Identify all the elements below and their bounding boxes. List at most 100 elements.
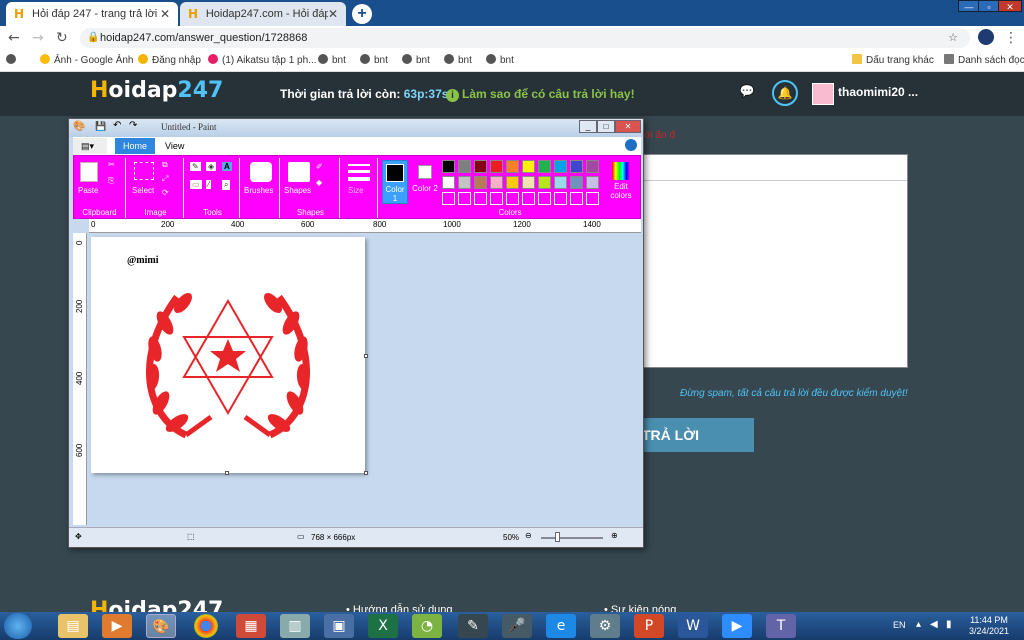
resize-handle[interactable] <box>364 354 368 358</box>
site-logo[interactable]: Hoidap247 <box>90 78 223 103</box>
palette-swatch[interactable] <box>522 160 535 173</box>
microphone-icon[interactable]: 🎤 <box>502 614 532 638</box>
back-arrow-icon[interactable]: ← <box>8 30 20 46</box>
tray-arrow-icon[interactable]: ▴ <box>916 619 921 630</box>
forward-arrow-icon[interactable]: → <box>32 30 44 46</box>
palette-swatch[interactable] <box>586 176 599 189</box>
bookmark-item[interactable]: bnt <box>402 54 430 66</box>
brush-icon[interactable] <box>250 162 272 182</box>
pencil-icon[interactable]: ✎ <box>190 162 201 171</box>
close-icon[interactable]: ✕ <box>160 7 170 21</box>
zoom-in-icon[interactable]: ⊕ <box>611 531 618 540</box>
network-icon[interactable]: ▮ <box>946 619 952 630</box>
word-icon[interactable]: W <box>678 614 708 638</box>
volume-icon[interactable]: ◀ <box>930 619 938 630</box>
select-button[interactable]: Select <box>132 186 154 195</box>
palette-swatch[interactable] <box>554 160 567 173</box>
tab-home[interactable]: Home <box>115 138 156 154</box>
shapes-button[interactable]: Shapes <box>284 186 311 195</box>
paste-button[interactable]: Paste <box>78 186 98 195</box>
rotate-icon[interactable]: ⟳ <box>162 188 169 197</box>
palette-swatch[interactable] <box>442 160 455 173</box>
fill-shape-icon[interactable]: ◆ <box>316 178 322 187</box>
tab-view[interactable]: View <box>157 138 192 154</box>
chrome-icon[interactable] <box>194 614 218 638</box>
crop-icon[interactable]: ⧉ <box>162 160 168 170</box>
shapes-icon[interactable] <box>288 162 310 182</box>
profile-avatar[interactable] <box>978 29 994 45</box>
reload-icon[interactable]: ↻ <box>56 30 68 46</box>
resize-handle[interactable] <box>225 471 229 475</box>
media-player-icon[interactable]: ▶ <box>102 614 132 638</box>
undo-icon[interactable]: ↶ <box>113 120 121 131</box>
palette-swatch[interactable] <box>506 160 519 173</box>
zoom-out-icon[interactable]: ⊖ <box>525 531 532 540</box>
paint-taskbar-icon[interactable]: 🎨 <box>146 614 176 638</box>
bookmark-item[interactable]: bnt <box>486 54 514 66</box>
other-bookmarks[interactable]: Dấu trang khác <box>852 54 934 66</box>
start-button[interactable] <box>4 613 32 639</box>
teams-icon[interactable]: T <box>766 614 796 638</box>
url-input[interactable]: 🔒 hoidap247.com/answer_question/1728868 … <box>80 28 970 48</box>
size-button[interactable]: Size <box>348 186 364 195</box>
paint-minimize-button[interactable]: _ <box>579 120 597 133</box>
maximize-button[interactable]: ▫ <box>978 0 1000 12</box>
excel-icon[interactable]: X <box>368 614 398 638</box>
magnifier-icon[interactable]: ⌕ <box>222 180 231 190</box>
app-icon[interactable]: ▦ <box>236 614 266 638</box>
edit-colors-button[interactable]: Edit colors <box>606 160 636 204</box>
palette-swatch-empty[interactable] <box>586 192 599 205</box>
palette-swatch[interactable] <box>506 176 519 189</box>
bookmark-item[interactable]: Ảnh - Google Ảnh <box>40 54 134 66</box>
window-close-button[interactable]: ✕ <box>998 0 1022 12</box>
palette-swatch-empty[interactable] <box>570 192 583 205</box>
close-icon[interactable]: ✕ <box>328 7 338 21</box>
color2-button[interactable]: Color 2 <box>412 160 438 204</box>
bookmark-item[interactable]: bnt <box>360 54 388 66</box>
palette-swatch-empty[interactable] <box>554 192 567 205</box>
select-icon[interactable] <box>134 162 154 180</box>
palette-swatch[interactable] <box>474 176 487 189</box>
clock[interactable]: 11:44 PM 3/24/2021 <box>966 615 1012 637</box>
palette-swatch-empty[interactable] <box>458 192 471 205</box>
bookmark-item[interactable]: (1) Aikatsu tập 1 ph... <box>208 54 317 66</box>
palette-swatch[interactable] <box>474 160 487 173</box>
bookmark-item[interactable]: Đăng nhập <box>138 54 201 66</box>
color-picker-icon[interactable]: ⁄ <box>206 180 212 189</box>
palette-swatch[interactable] <box>586 160 599 173</box>
star-icon[interactable]: ☆ <box>948 28 958 48</box>
palette-swatch[interactable] <box>490 176 503 189</box>
palette-swatch[interactable] <box>554 176 567 189</box>
notepad-icon[interactable]: ▥ <box>280 614 310 638</box>
resize-handle[interactable] <box>364 471 368 475</box>
paint-close-button[interactable]: ✕ <box>615 120 641 133</box>
eraser-icon[interactable]: ▭ <box>190 180 202 189</box>
tab-hoidap-answer[interactable]: H Hỏi đáp 247 - trang trả lời ✕ <box>6 2 178 26</box>
zoom-slider[interactable] <box>541 537 603 539</box>
resize-icon[interactable]: ⤢ <box>162 174 168 184</box>
paint-maximize-button[interactable]: □ <box>597 120 615 133</box>
reading-list[interactable]: Danh sách đọc <box>944 54 1024 66</box>
bookmark-item[interactable]: bnt <box>444 54 472 66</box>
outline-icon[interactable]: ✐ <box>316 162 323 171</box>
fill-icon[interactable]: ◈ <box>206 162 217 171</box>
powerpoint-icon[interactable]: P <box>634 614 664 638</box>
zoom-app-icon[interactable]: ▶ <box>722 614 752 638</box>
help-icon[interactable] <box>625 139 637 151</box>
avatar[interactable] <box>812 83 834 105</box>
bell-icon[interactable]: 🔔 <box>772 80 798 106</box>
color1-button[interactable]: Color 1 <box>382 160 408 204</box>
copy-icon[interactable]: ⎘ <box>108 176 114 186</box>
cut-icon[interactable]: ✂ <box>108 160 115 169</box>
file-explorer-icon[interactable]: ▤ <box>58 614 88 638</box>
app-icon[interactable]: ◔ <box>412 614 442 638</box>
palette-swatch[interactable] <box>570 176 583 189</box>
palette-swatch[interactable] <box>458 176 471 189</box>
redo-icon[interactable]: ↷ <box>129 120 137 131</box>
submit-answer-button[interactable]: TRẢ LỜI <box>630 418 754 452</box>
app-icon[interactable]: ⚙ <box>590 614 620 638</box>
palette-swatch[interactable] <box>538 160 551 173</box>
answer-editor[interactable] <box>640 154 908 368</box>
text-icon[interactable]: A <box>222 162 232 171</box>
minimize-button[interactable]: — <box>958 0 980 12</box>
